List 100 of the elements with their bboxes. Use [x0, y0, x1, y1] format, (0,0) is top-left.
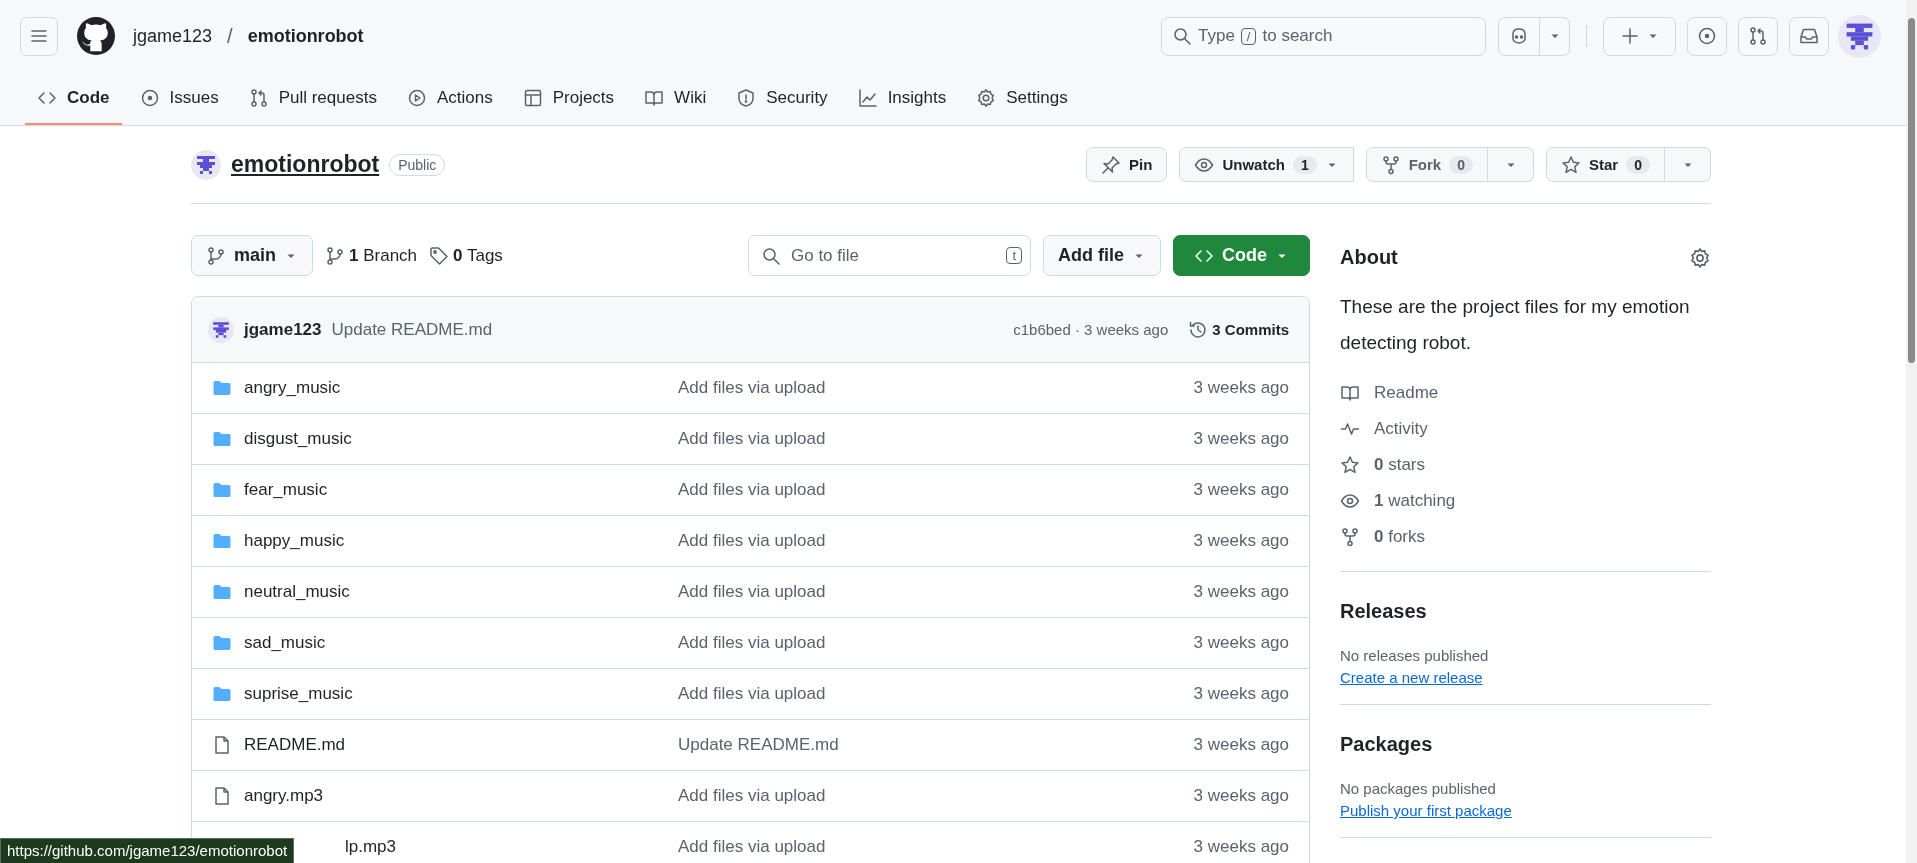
- sidebar-link[interactable]: 0 stars: [1340, 447, 1711, 483]
- commit-message[interactable]: Add files via upload: [678, 378, 1194, 398]
- folder-icon: [212, 531, 232, 551]
- status-url: https://github.com/jgame123/emotionrobot: [0, 838, 295, 863]
- repo-name[interactable]: emotionrobot: [231, 151, 380, 178]
- fork-icon: [1380, 154, 1401, 175]
- empty-note: No packages published: [1340, 780, 1497, 797]
- file-name[interactable]: README.md: [244, 735, 346, 755]
- inbox-icon: [1799, 26, 1819, 46]
- tab-icon: [857, 87, 878, 108]
- section-link[interactable]: Create a new release: [1340, 669, 1483, 686]
- avatar: [191, 149, 221, 180]
- commit-time: 3 weeks ago: [1193, 837, 1289, 857]
- commit-message[interactable]: Add files via upload: [678, 837, 1194, 857]
- file-name[interactable]: sad_music: [244, 633, 326, 653]
- file-name[interactable]: angry_music: [244, 378, 341, 398]
- menu-button[interactable]: [20, 16, 58, 56]
- logo-icon[interactable]: [77, 17, 115, 55]
- folder-icon: [212, 429, 232, 449]
- owner-link[interactable]: jgame123: [133, 25, 213, 47]
- file-name[interactable]: suprise_music: [244, 684, 353, 704]
- commit-message[interactable]: Add files via upload: [678, 786, 1194, 806]
- star-icon: [1340, 455, 1360, 475]
- plus-icon: [1619, 26, 1640, 46]
- scrollbar[interactable]: [1906, 0, 1917, 863]
- section-title: About: [1340, 246, 1398, 269]
- branch-icon: [206, 245, 226, 266]
- commit-message[interactable]: Add files via upload: [678, 480, 1194, 500]
- pin-button[interactable]: Pin: [1086, 147, 1168, 182]
- issue-icon: [1697, 26, 1717, 46]
- commit-message[interactable]: Add files via upload: [678, 684, 1194, 704]
- file-name[interactable]: neutral_music: [244, 582, 350, 602]
- nav-tab[interactable]: Projects: [510, 72, 627, 125]
- code-button[interactable]: Code: [1173, 235, 1310, 276]
- folder-icon: [212, 378, 232, 398]
- search-icon: [1172, 26, 1192, 46]
- commit-time: 3 weeks ago: [1193, 786, 1289, 806]
- commit-time: 3 weeks ago: [1193, 378, 1289, 398]
- commit-time: 3 weeks ago: [1193, 633, 1289, 653]
- commit-message[interactable]: Add files via upload: [678, 633, 1194, 653]
- commit-author[interactable]: jgame123: [244, 319, 322, 340]
- nav-tab[interactable]: Pull requests: [236, 72, 389, 125]
- issues-button[interactable]: [1687, 16, 1727, 56]
- sidebar-link[interactable]: 0 forks: [1340, 519, 1711, 555]
- commit-time: 3 weeks ago: [1193, 735, 1289, 755]
- branch-icon: [325, 245, 345, 266]
- avatar: [1838, 14, 1881, 58]
- sidebar-link[interactable]: 1 watching: [1340, 483, 1711, 519]
- star-icon: [1561, 154, 1581, 175]
- nav-tab[interactable]: Issues: [127, 72, 231, 125]
- file-name[interactable]: angry.mp3: [244, 786, 324, 806]
- commit-message[interactable]: Add files via upload: [678, 582, 1194, 602]
- search-field[interactable]: Type / to search: [1161, 16, 1486, 56]
- branch-button[interactable]: main: [191, 235, 313, 276]
- go-to-file-field[interactable]: Go to file t: [748, 235, 1031, 276]
- fork-icon: [1340, 527, 1360, 547]
- pin-icon: [1101, 154, 1122, 175]
- file-name[interactable]: fear_music: [244, 480, 328, 500]
- fork-button[interactable]: Fork 0: [1365, 147, 1488, 182]
- book-icon: [1340, 383, 1360, 403]
- tab-icon: [406, 87, 427, 108]
- sidebar-link[interactable]: Readme: [1340, 375, 1711, 411]
- sidebar-link[interactable]: Activity: [1340, 411, 1711, 447]
- commits-link[interactable]: 3 Commits: [1188, 319, 1289, 340]
- pull-request-icon: [1748, 26, 1768, 46]
- repo-link[interactable]: emotionrobot: [247, 25, 364, 47]
- section-title: Releases: [1340, 600, 1428, 623]
- commit-message[interactable]: Add files via upload: [678, 429, 1194, 449]
- eye-icon: [1340, 491, 1360, 511]
- inbox-button[interactable]: [1789, 16, 1829, 56]
- star-button[interactable]: Star 0: [1546, 147, 1665, 182]
- commit-message[interactable]: Update README.md: [331, 319, 493, 340]
- nav-tab[interactable]: Security: [724, 72, 840, 125]
- commit-message[interactable]: Add files via upload: [678, 531, 1194, 551]
- section-link[interactable]: Publish your first package: [1340, 802, 1512, 819]
- tab-icon: [139, 87, 160, 108]
- folder-icon: [212, 480, 232, 500]
- commit-time: 3 weeks ago: [1193, 480, 1289, 500]
- avatar: [208, 316, 234, 343]
- tags-link[interactable]: 0 Tags: [429, 245, 503, 266]
- unwatch-button[interactable]: Unwatch 1: [1179, 147, 1354, 182]
- nav-tab[interactable]: Actions: [394, 72, 505, 125]
- create-button[interactable]: [1603, 16, 1676, 56]
- commit-time: 3 weeks ago: [1193, 684, 1289, 704]
- nav-tab[interactable]: Wiki: [632, 72, 719, 125]
- commit-time: 3 weeks ago: [1193, 429, 1289, 449]
- folder-icon: [212, 582, 232, 602]
- nav-tab[interactable]: Settings: [964, 72, 1080, 125]
- file-name[interactable]: disgust_music: [244, 429, 352, 449]
- nav-tab[interactable]: Insights: [845, 72, 959, 125]
- file-name[interactable]: lp.mp3: [345, 837, 397, 857]
- add-file-button[interactable]: Add file: [1043, 235, 1161, 276]
- tag-icon: [429, 245, 450, 266]
- copilot-button[interactable]: [1498, 16, 1540, 56]
- file-name[interactable]: happy_music: [244, 531, 345, 551]
- pull-requests-button[interactable]: [1738, 16, 1778, 56]
- commit-message[interactable]: Update README.md: [678, 735, 1194, 755]
- nav-tab[interactable]: Code: [25, 72, 122, 125]
- branches-link[interactable]: 1 Branch: [325, 245, 418, 266]
- commit-info: c1b6bed · 3 weeks ago: [1013, 321, 1169, 338]
